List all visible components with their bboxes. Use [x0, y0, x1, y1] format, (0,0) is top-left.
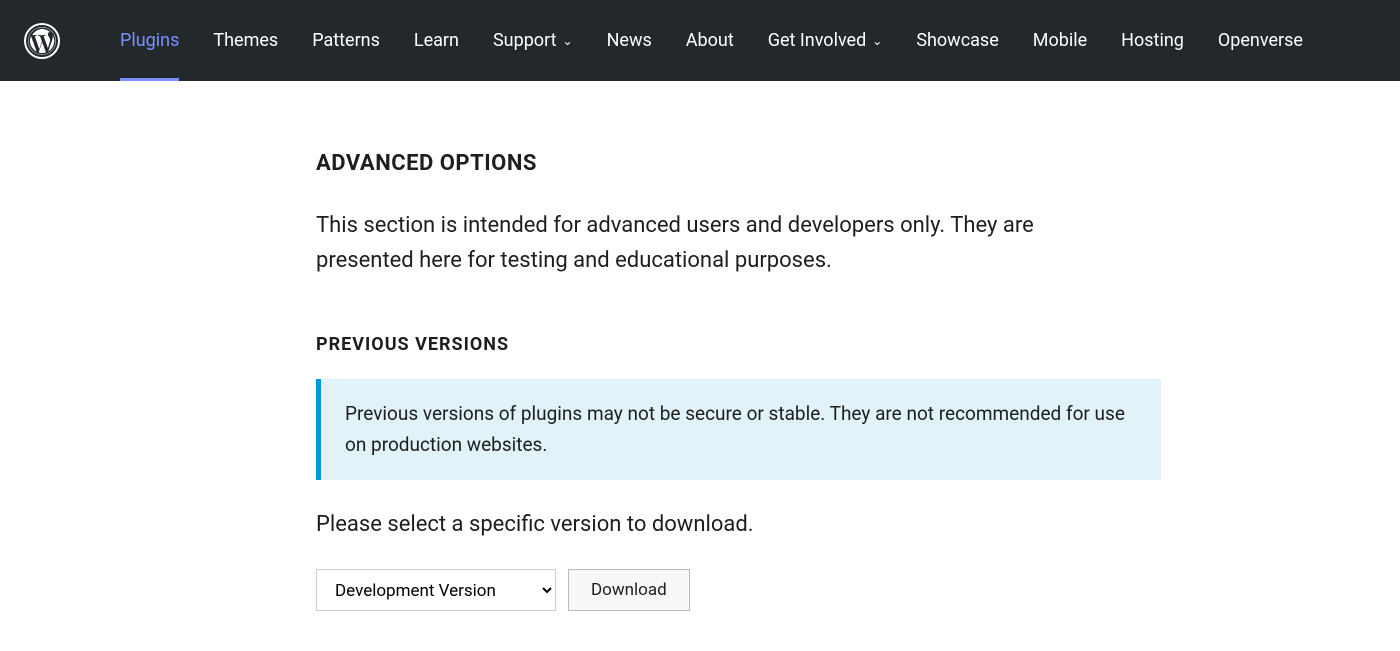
- nav-label: Showcase: [916, 30, 998, 51]
- nav-label: Hosting: [1121, 30, 1184, 51]
- section-description: This section is intended for advanced us…: [316, 208, 1136, 278]
- nav-get-involved[interactable]: Get Involved ⌄: [768, 0, 883, 81]
- nav-openverse[interactable]: Openverse: [1218, 0, 1303, 81]
- chevron-down-icon: ⌄: [872, 34, 882, 48]
- nav-label: About: [686, 30, 734, 51]
- nav-patterns[interactable]: Patterns: [312, 0, 380, 81]
- nav-about[interactable]: About: [686, 0, 734, 81]
- notice-text: Previous versions of plugins may not be …: [345, 399, 1137, 460]
- main-header: Plugins Themes Patterns Learn Support ⌄ N…: [0, 0, 1400, 81]
- nav-mobile[interactable]: Mobile: [1033, 0, 1087, 81]
- nav-label: Openverse: [1218, 30, 1303, 51]
- nav-hosting[interactable]: Hosting: [1121, 0, 1184, 81]
- download-button[interactable]: Download: [568, 569, 690, 611]
- instruction-text: Please select a specific version to down…: [316, 512, 1161, 537]
- download-controls: Development Version Download: [316, 569, 1161, 611]
- nav-label: Patterns: [312, 30, 380, 51]
- nav-learn[interactable]: Learn: [414, 0, 459, 81]
- nav-support[interactable]: Support ⌄: [493, 0, 573, 81]
- nav-label: News: [607, 30, 652, 51]
- section-title: ADVANCED OPTIONS: [316, 151, 1161, 176]
- warning-notice: Previous versions of plugins may not be …: [316, 379, 1161, 480]
- nav-plugins[interactable]: Plugins: [120, 0, 179, 81]
- nav-label: Support: [493, 30, 557, 51]
- nav-label: Mobile: [1033, 30, 1087, 51]
- main-content: ADVANCED OPTIONS This section is intende…: [316, 81, 1161, 651]
- nav-label: Get Involved: [768, 30, 867, 51]
- version-select[interactable]: Development Version: [316, 569, 556, 611]
- nav-news[interactable]: News: [607, 0, 652, 81]
- main-nav: Plugins Themes Patterns Learn Support ⌄ N…: [120, 0, 1303, 81]
- subsection-title: PREVIOUS VERSIONS: [316, 334, 1161, 355]
- wordpress-icon: [24, 23, 60, 59]
- nav-label: Plugins: [120, 30, 179, 51]
- nav-label: Learn: [414, 30, 459, 51]
- chevron-down-icon: ⌄: [563, 34, 573, 48]
- wordpress-logo[interactable]: [24, 23, 60, 59]
- nav-label: Themes: [213, 30, 278, 51]
- nav-themes[interactable]: Themes: [213, 0, 278, 81]
- nav-showcase[interactable]: Showcase: [916, 0, 998, 81]
